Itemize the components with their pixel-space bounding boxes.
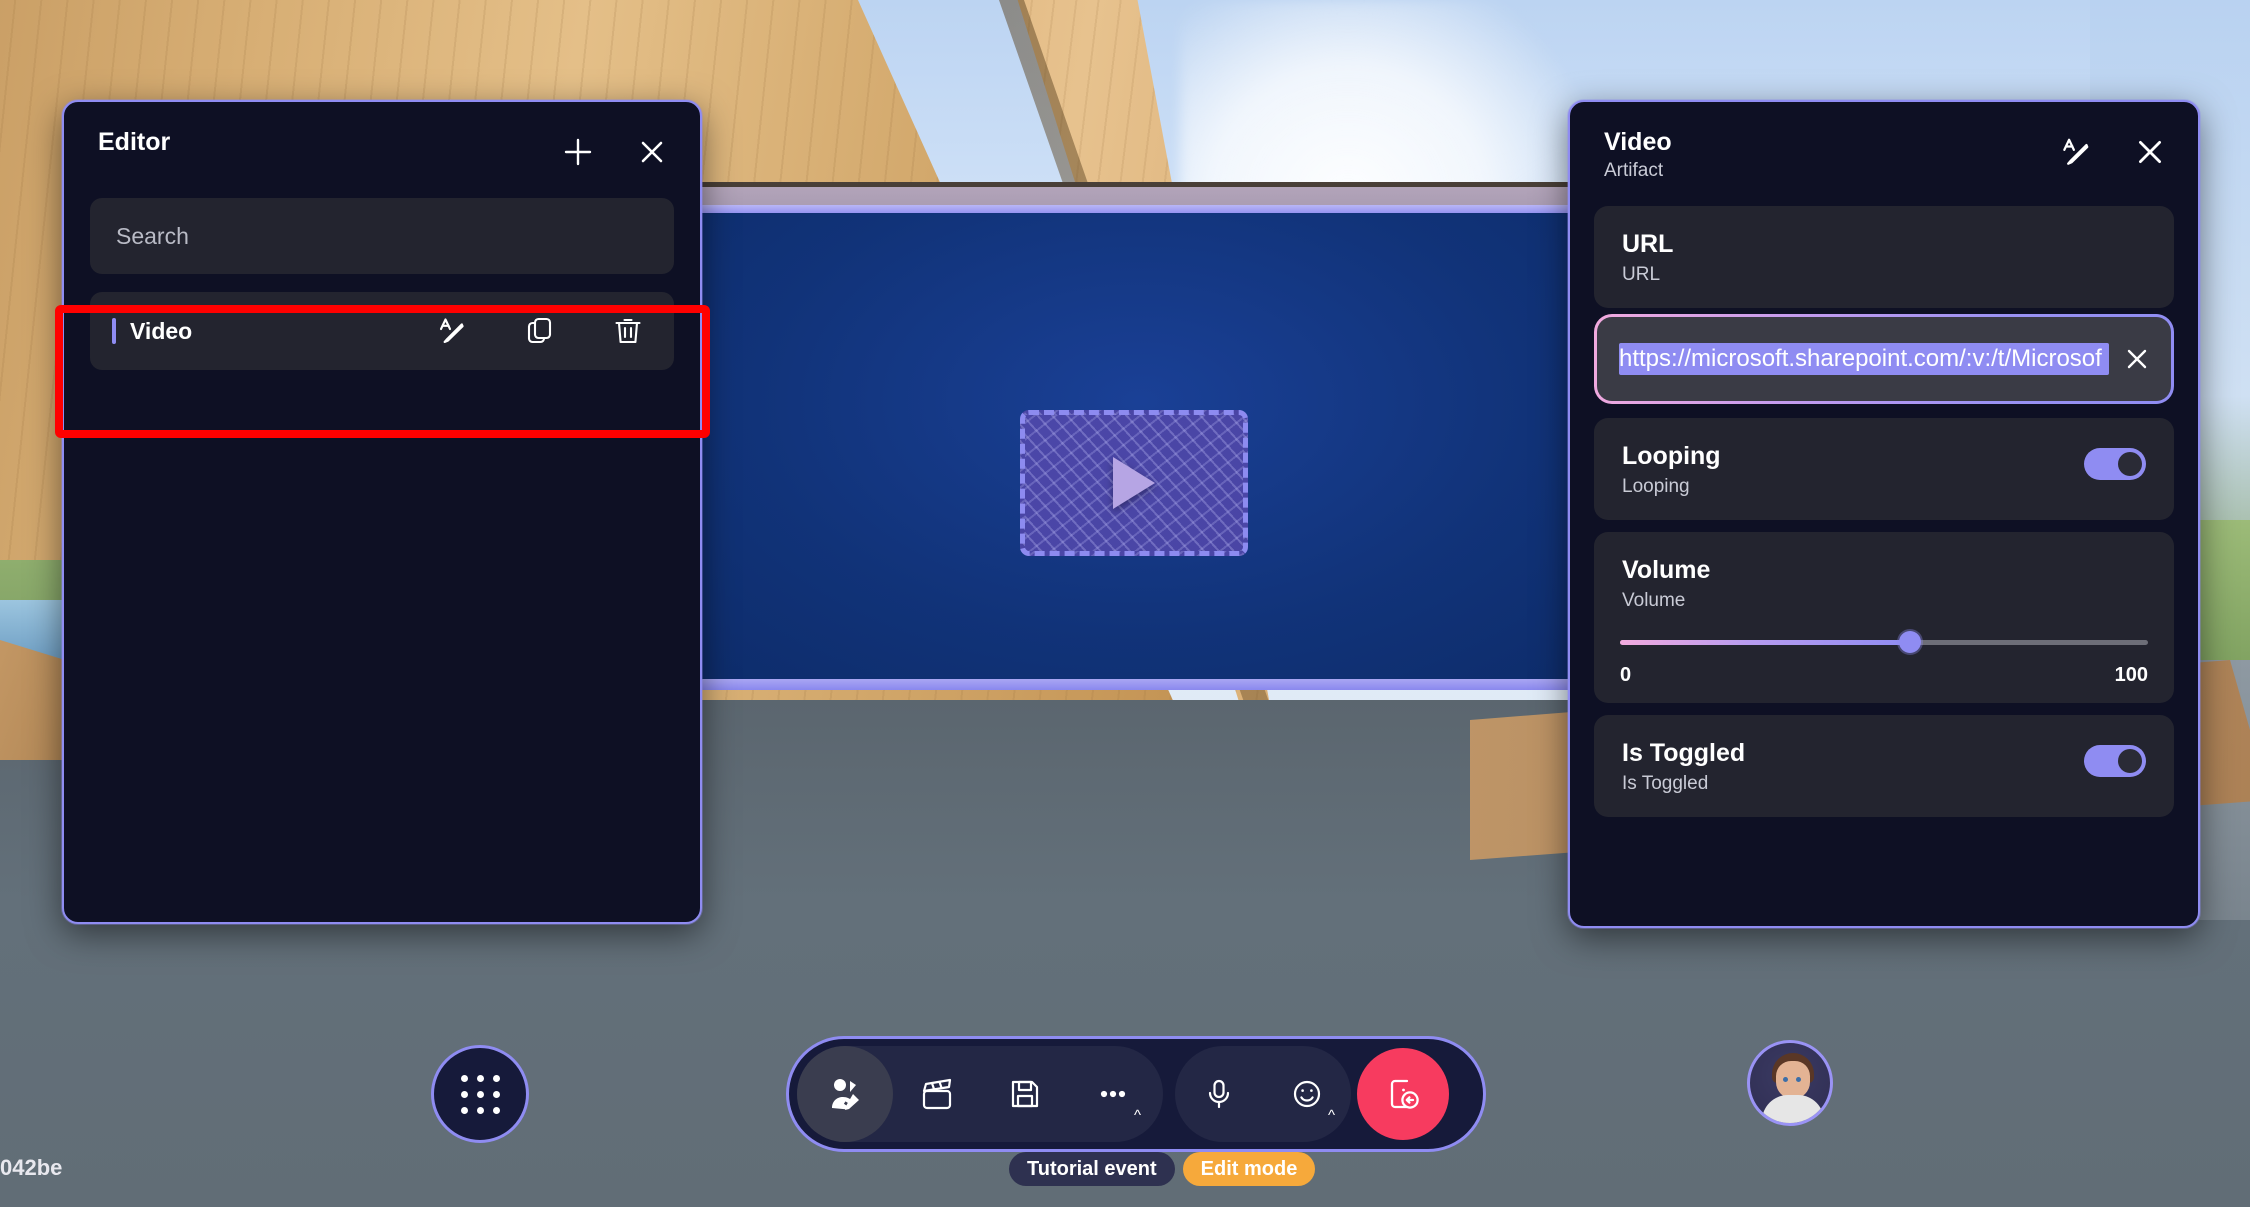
session-id-label: 042be: [0, 1155, 63, 1180]
properties-panel-subtitle: Artifact: [1604, 160, 1664, 181]
list-item[interactable]: Video: [90, 292, 674, 370]
editor-panel-title: Editor: [98, 128, 171, 156]
is-toggled-property-title: Is Toggled: [1622, 739, 1746, 767]
list-item-label: Video: [130, 317, 193, 344]
properties-panel-header: Video Artifact: [1570, 102, 2198, 204]
is-toggled-property-card: Is Toggled Is Toggled: [1594, 715, 2174, 817]
clapperboard-icon[interactable]: [893, 1046, 981, 1142]
looping-toggle[interactable]: [2084, 448, 2146, 480]
is-toggled-toggle[interactable]: [2084, 745, 2146, 777]
volume-slider[interactable]: [1620, 618, 2148, 666]
duplicate-icon[interactable]: [522, 313, 558, 349]
play-icon: [1113, 457, 1155, 509]
leave-icon[interactable]: [1357, 1048, 1449, 1140]
chevron-up-icon: ^: [1133, 1107, 1141, 1124]
editor-panel-header: Editor: [64, 102, 700, 194]
app-grid-dots: [460, 1074, 500, 1114]
slider-fill: [1620, 639, 1911, 645]
properties-panel-title: Video: [1604, 128, 1672, 156]
avatar-body: [1762, 1095, 1824, 1123]
url-input-value: https://microsoft.sharepoint.com/:v:/t/M…: [1619, 343, 2109, 375]
build-mode-icon[interactable]: [797, 1046, 893, 1142]
search-input[interactable]: Search: [90, 198, 674, 274]
screen-glow-bottom: [700, 679, 1580, 690]
app-grid-icon[interactable]: [431, 1045, 529, 1143]
volume-max-label: 100: [2114, 664, 2148, 686]
url-input[interactable]: https://microsoft.sharepoint.com/:v:/t/M…: [1597, 317, 2171, 401]
plus-icon[interactable]: [558, 132, 598, 172]
chevron-up-icon: ^: [1327, 1107, 1335, 1124]
rename-icon[interactable]: [2056, 132, 2096, 172]
url-property-title: URL: [1622, 230, 1674, 258]
artifact-list: Video: [64, 274, 700, 370]
avatar-face: [1776, 1061, 1810, 1099]
save-icon[interactable]: [981, 1046, 1069, 1142]
url-property-subtitle: URL: [1622, 264, 1661, 285]
volume-slider-card: 0 100: [1594, 618, 2174, 703]
bottom-toolbar: ^ ^: [786, 1036, 1486, 1152]
status-badge-mode: Edit mode: [1182, 1152, 1316, 1186]
url-input-focus-ring: https://microsoft.sharepoint.com/:v:/t/M…: [1594, 314, 2174, 404]
emoji-icon[interactable]: ^: [1263, 1046, 1351, 1142]
looping-property-card: Looping Looping: [1594, 418, 2174, 520]
rename-icon[interactable]: [434, 313, 470, 349]
avatar[interactable]: [1747, 1040, 1833, 1126]
video-artifact-placeholder[interactable]: [1020, 410, 1248, 556]
volume-property-title: Volume: [1622, 556, 1711, 584]
volume-property-subtitle: Volume: [1622, 590, 1686, 611]
url-property-card: URL URL: [1594, 206, 2174, 308]
volume-min-label: 0: [1620, 664, 1632, 686]
properties-panel: Video Artifact URL URL https://microsoft…: [1568, 100, 2200, 928]
status-badge-event: Tutorial event: [1009, 1152, 1175, 1186]
close-icon[interactable]: [2123, 345, 2151, 373]
editor-panel: Editor Search Video: [62, 100, 702, 924]
selected-indicator: [112, 318, 116, 344]
close-icon[interactable]: [632, 132, 672, 172]
slider-handle[interactable]: [1899, 631, 1922, 653]
microphone-icon[interactable]: [1175, 1046, 1263, 1142]
search-placeholder: Search: [116, 222, 189, 249]
status-pills: Tutorial event Edit mode: [1009, 1152, 1316, 1186]
is-toggled-property-subtitle: Is Toggled: [1622, 773, 1709, 794]
trash-icon[interactable]: [610, 313, 646, 349]
more-options-icon[interactable]: ^: [1069, 1046, 1157, 1142]
volume-property-card: Volume Volume: [1594, 532, 2174, 618]
looping-property-title: Looping: [1622, 442, 1721, 470]
looping-property-subtitle: Looping: [1622, 476, 1690, 497]
close-icon[interactable]: [2130, 132, 2170, 172]
